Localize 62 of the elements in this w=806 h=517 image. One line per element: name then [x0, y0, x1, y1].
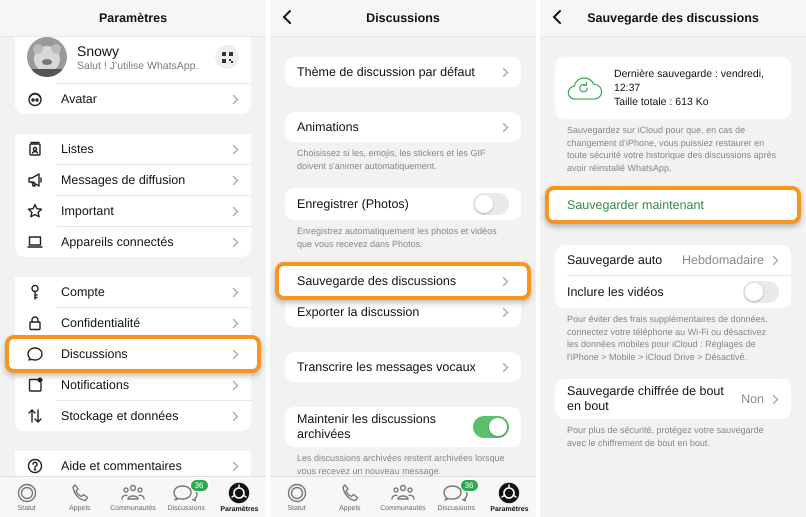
setting-label: Enregistrer (Photos): [297, 196, 410, 212]
status-icon: [16, 482, 38, 502]
lock-icon: [27, 315, 43, 331]
unread-badge: 36: [190, 479, 209, 492]
people-icon: [390, 482, 416, 502]
setting-label: Inclure les vidéos: [567, 284, 665, 300]
settings-row[interactable]: Sauvegarde des discussions: [275, 262, 531, 300]
backup-info-text: Taille totale : 613 Ko: [614, 95, 710, 109]
screen-title: Discussions: [366, 11, 440, 25]
chevron-icon: [502, 276, 509, 286]
chevron-icon: [232, 174, 239, 186]
chevron-icon: [232, 144, 239, 154]
chevron-icon: [232, 460, 239, 472]
backup-info-text: Dernière sauvegarde : vendredi, 12:37: [614, 67, 765, 95]
chevron-icon: [232, 410, 239, 422]
megaphone-icon: [27, 172, 43, 188]
chevron-icon: [232, 318, 239, 328]
backup-now-button[interactable]: Sauvegarder maintenant: [545, 186, 801, 224]
screen-title: Paramètres: [98, 11, 168, 25]
setting-label: Maintenir les discussions archivées: [297, 412, 437, 442]
up-down-arrows-icon: [27, 408, 43, 424]
chevron-icon: [502, 66, 509, 78]
status-icon: [286, 482, 308, 502]
qr-code-icon: [222, 52, 232, 62]
section-footnote: Enregistrez automatiquement les photos et vidéos que vous recevez dans Photos.: [296, 225, 498, 250]
profile-status: Salut ! J’utilise WhatsApp.: [77, 60, 200, 72]
back-button[interactable]: [280, 9, 294, 27]
settings-row[interactable]: Discussions: [5, 335, 261, 373]
notification-icon: [27, 377, 43, 393]
chevron-icon: [232, 348, 239, 360]
toggle-switch[interactable]: [473, 416, 509, 438]
laptop-icon: [27, 234, 43, 250]
unread-badge: 36: [460, 479, 479, 492]
chevron-icon: [232, 206, 239, 216]
toggle-switch[interactable]: [473, 193, 509, 215]
section-footnote: Choisissez si les, emojis, les stickers et les GIF doivent s'animer automatiquement.: [296, 147, 487, 172]
people-icon: [120, 482, 146, 502]
chevron-icon: [502, 122, 509, 132]
chevron-icon: [502, 362, 509, 372]
section-footnote: Pour éviter des frais supplémentaires de données, connectez votre téléphone au Wi-Fi ou désactivez les données mobiles pour iCloud : Réglages de l'iPhone > Mobile > iCloud Drive > Désactivé.: [566, 313, 769, 363]
gear-icon: [228, 482, 250, 504]
section-footnote: Les discussions archivées restent archivées lorsque vous recevez un nouveau message.: [296, 452, 506, 476]
section-footnote: Sauvegardez sur iCloud pour que, en cas de changement d’iPhone, vous puissiez restaurer en toute sécurité votre historique des discussions après avoir réinstallé WhatsApp.: [566, 124, 778, 174]
chevron-icon: [772, 254, 779, 266]
chevron-icon: [232, 94, 239, 104]
chevron-icon: [232, 380, 239, 390]
face-icon: [27, 91, 43, 107]
profile-name: Snowy: [77, 42, 120, 58]
chat-bubble-icon: [27, 346, 43, 362]
toggle-switch[interactable]: [743, 281, 779, 303]
contact-list-icon: [27, 141, 43, 157]
section-footnote: Pour plus de sécurité, protégez votre sauvegarde avec le chiffrement de bout en bout.: [566, 424, 765, 449]
chevron-icon: [772, 394, 779, 404]
chevron-icon: [232, 236, 239, 248]
star-icon: [27, 203, 43, 219]
chevron-icon: [502, 306, 509, 318]
chevron-icon: [232, 286, 239, 298]
back-button[interactable]: [550, 9, 564, 27]
help-icon: [27, 458, 43, 474]
qr-code-button[interactable]: [215, 45, 239, 69]
gear-icon: [498, 482, 520, 504]
screen-title: Sauvegarde des discussions: [587, 11, 759, 25]
